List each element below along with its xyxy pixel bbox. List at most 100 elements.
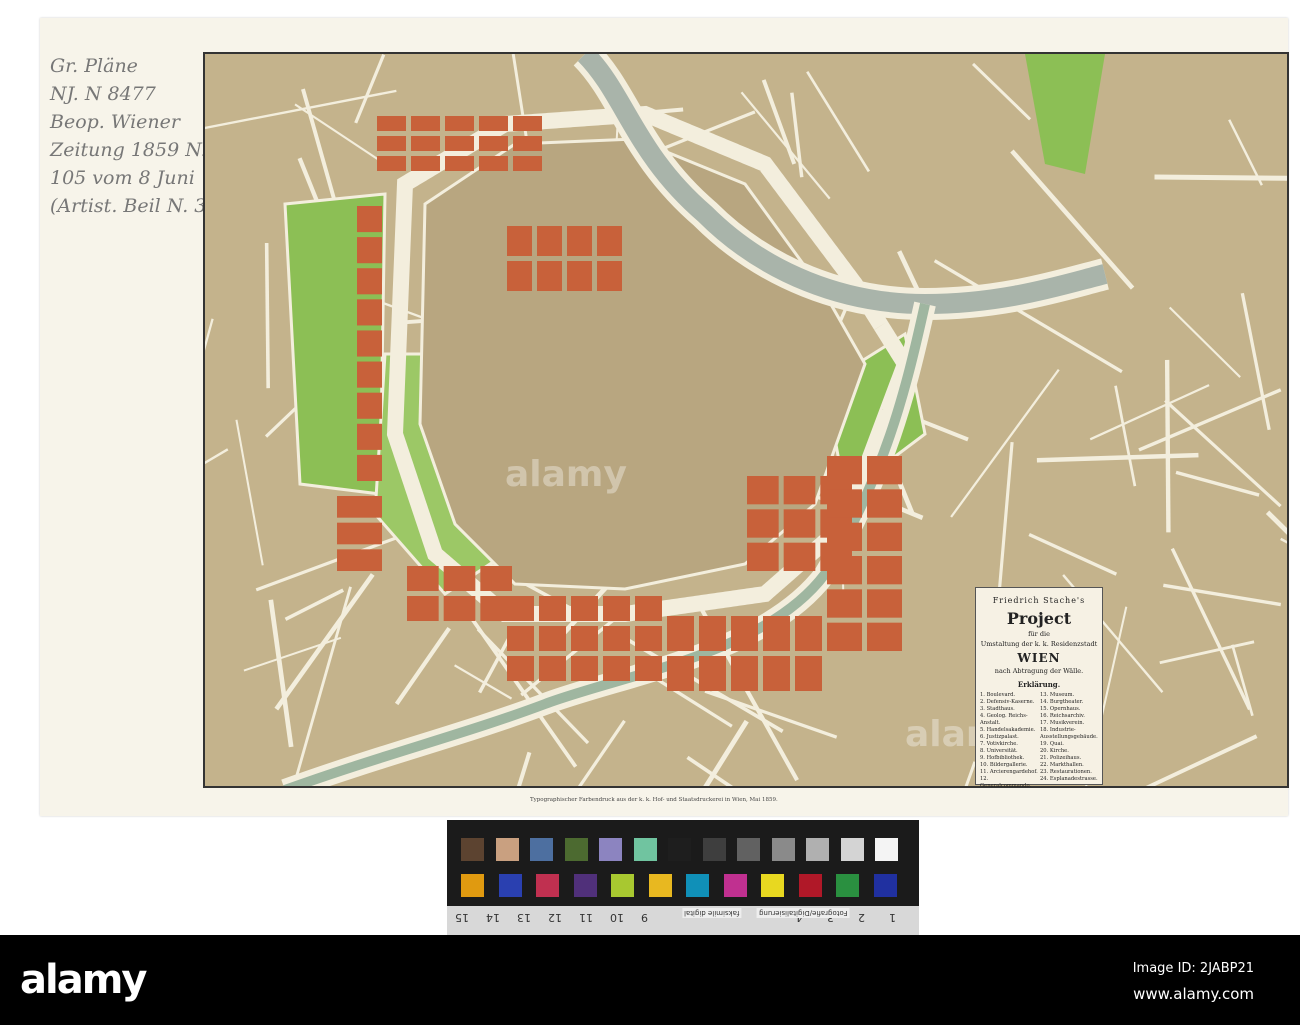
ruler-label: Fotografie/Digitalisierung	[757, 908, 850, 918]
building-block	[731, 616, 758, 651]
building-block	[411, 136, 440, 151]
handwritten-note: Gr. Pläne NJ. N 8477 Beop. Wiener Zeitun…	[50, 52, 214, 220]
color-patch	[495, 838, 519, 861]
street	[971, 62, 1032, 121]
color-patch	[611, 874, 634, 897]
street	[1164, 399, 1282, 508]
color-patch	[723, 874, 747, 897]
street	[274, 573, 375, 711]
legend-subtitle: Umstaltung der k. k. Residenzstadt	[980, 640, 1098, 648]
street	[950, 368, 1060, 518]
legend-item: 17. Musikverein.	[1040, 720, 1085, 726]
legend-item: 9. Hofbibliothek.	[980, 755, 1025, 761]
building-block	[699, 616, 726, 651]
street	[1240, 292, 1271, 431]
building-block	[747, 542, 779, 571]
print-caption: Typographischer Farbendruck aus der k. k…	[530, 797, 778, 803]
legend-title: Project	[1006, 609, 1072, 628]
building-block	[699, 656, 726, 691]
ruler-number: 12	[548, 911, 562, 924]
street	[205, 448, 229, 465]
street	[454, 664, 513, 700]
building-block	[635, 656, 662, 681]
legend-subtitle: für die	[1028, 630, 1050, 638]
building-block	[567, 261, 592, 291]
map-drawing	[205, 54, 1287, 786]
street	[1265, 510, 1287, 535]
street	[1168, 306, 1241, 378]
street	[761, 79, 797, 165]
building-block	[763, 656, 790, 691]
building-block	[357, 206, 382, 233]
building-block	[667, 616, 694, 651]
street	[394, 626, 451, 706]
building-block	[603, 656, 630, 681]
building-block	[747, 509, 779, 538]
building-block	[783, 476, 816, 505]
legend-city: WIEN	[1017, 651, 1061, 665]
street	[284, 588, 345, 621]
building-block	[337, 496, 382, 518]
street	[294, 103, 387, 166]
street	[1170, 547, 1252, 711]
ruler-label: faksimile digital	[682, 908, 742, 918]
street	[686, 755, 734, 786]
color-patch	[498, 874, 522, 897]
building-block	[507, 626, 534, 651]
legend-item: 11. Arcierengardehof.	[980, 769, 1038, 775]
watermark: alamy	[505, 454, 627, 495]
color-patch	[564, 838, 588, 861]
street	[1028, 532, 1118, 576]
ruler-number: 9	[641, 911, 648, 924]
ruler-number: 2	[858, 911, 865, 924]
building-block	[827, 622, 862, 651]
building-block	[539, 656, 566, 681]
building-block	[827, 589, 862, 618]
building-block	[480, 566, 512, 591]
color-patch	[536, 874, 559, 897]
street	[1164, 359, 1171, 533]
building-block	[507, 261, 532, 291]
legend-item: 7. Votivkirche.	[980, 741, 1018, 747]
building-block	[537, 226, 562, 256]
building-block	[411, 116, 440, 131]
building-block	[867, 489, 902, 518]
legend-heading: Erklärung.	[1017, 680, 1061, 689]
street	[964, 761, 977, 786]
building-block	[357, 330, 382, 357]
building-block	[479, 136, 508, 151]
building-block	[357, 361, 382, 388]
building-block	[357, 392, 382, 419]
ruler-number: 10	[610, 911, 624, 924]
building-block	[357, 268, 382, 295]
map-legend: Friedrich Stache's Project für die Umsta…	[975, 587, 1103, 789]
building-block	[783, 509, 816, 538]
legend-item: 5. Handelsakademie.	[980, 727, 1036, 733]
ruler-number: 14	[486, 911, 500, 924]
image-id: Image ID: 2JABP21	[1132, 961, 1254, 976]
building-block	[479, 116, 508, 131]
color-patch	[686, 874, 709, 897]
building-block	[445, 136, 474, 151]
street	[268, 599, 294, 748]
building-block	[357, 423, 382, 450]
stock-footer: alamy Image ID: 2JABP21 www.alamy.com	[0, 935, 1300, 1025]
building-block	[445, 156, 474, 171]
street	[1159, 640, 1255, 665]
building-block	[603, 596, 630, 621]
building-block	[537, 261, 562, 291]
color-patch	[668, 838, 691, 861]
legend-item: 21. Polizeihaus.	[1040, 755, 1082, 761]
building-block	[377, 116, 406, 131]
building-block	[763, 616, 790, 651]
building-block	[567, 226, 592, 256]
building-block	[507, 656, 534, 681]
building-block	[597, 261, 622, 291]
color-patch	[806, 838, 829, 861]
building-block	[603, 626, 630, 651]
color-patch	[530, 838, 553, 861]
color-patch	[798, 874, 822, 897]
building-block	[513, 136, 542, 151]
color-patch	[461, 874, 484, 897]
color-patch	[873, 874, 897, 897]
